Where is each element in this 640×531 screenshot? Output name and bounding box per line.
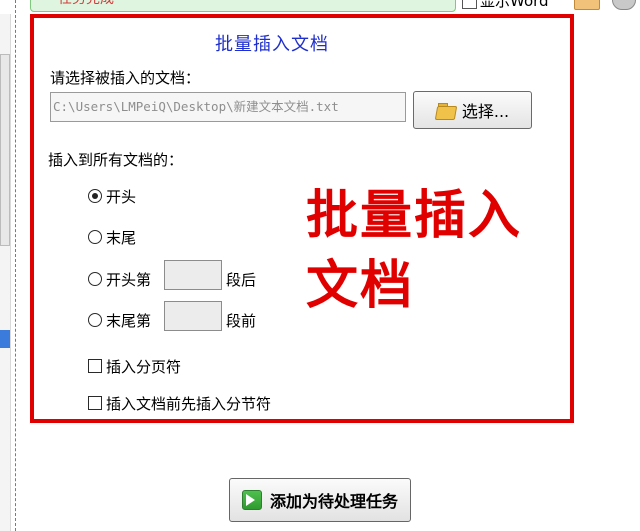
- page-break-label: 插入分页符: [106, 358, 182, 376]
- top-strip: 任务完成 显示Word: [0, 0, 640, 14]
- folder-icon: [434, 102, 458, 120]
- task-status-text: 任务完成: [58, 0, 114, 8]
- left-panel: [0, 14, 11, 531]
- left-scrollbar[interactable]: [0, 54, 10, 246]
- annotation-line-1: 批量插入: [306, 186, 523, 246]
- add-arrow-icon: [241, 490, 262, 510]
- show-word-checkbox[interactable]: [462, 0, 477, 9]
- add-task-button[interactable]: 添加为待处理任务: [229, 478, 411, 522]
- radio-end-nth[interactable]: [88, 313, 102, 327]
- choose-button[interactable]: 选择...: [413, 91, 532, 129]
- insert-to-label: 插入到所有文档的：: [48, 151, 184, 169]
- page-break-checkbox[interactable]: [88, 359, 102, 373]
- radio-start-nth-prefix: 开头第: [106, 271, 152, 289]
- start-nth-paragraph-input[interactable]: [164, 260, 222, 290]
- toolbar-icon[interactable]: [574, 0, 600, 10]
- left-selection-marker[interactable]: [0, 330, 10, 348]
- doc-path-field[interactable]: C:\Users\LMPeiQ\Desktop\新建文本文档.txt: [50, 92, 406, 122]
- section-break-checkbox[interactable]: [88, 396, 102, 410]
- guide-line: [15, 0, 16, 531]
- group-title: 批量插入文档: [215, 34, 329, 55]
- radio-end-nth-suffix: 段前: [226, 312, 257, 330]
- radio-start-nth-suffix: 段后: [226, 271, 257, 289]
- radio-end-label: 末尾: [106, 229, 137, 247]
- show-word-label: 显示Word: [480, 0, 549, 10]
- section-break-label: 插入文档前先插入分节符: [106, 395, 272, 413]
- choose-button-label: 选择...: [461, 102, 510, 121]
- radio-start-label: 开头: [106, 188, 137, 206]
- radio-start[interactable]: [88, 189, 102, 203]
- radio-end-nth-prefix: 末尾第: [106, 312, 152, 330]
- end-nth-paragraph-input[interactable]: [164, 301, 222, 331]
- select-doc-label: 请选择被插入的文档：: [50, 69, 201, 87]
- annotation-line-2: 文档: [306, 256, 415, 316]
- radio-start-nth[interactable]: [88, 272, 102, 286]
- settings-icon[interactable]: [612, 0, 636, 10]
- add-task-button-label: 添加为待处理任务: [269, 492, 398, 511]
- radio-end[interactable]: [88, 230, 102, 244]
